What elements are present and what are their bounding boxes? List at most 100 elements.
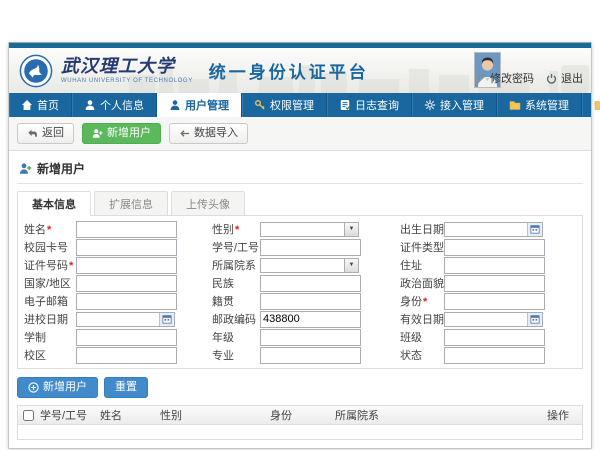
campus-label: 校区 [20, 347, 76, 363]
field-email: 电子邮箱 [20, 293, 208, 310]
field-campus: 校区 [20, 347, 208, 364]
native-place-input[interactable] [260, 293, 361, 310]
nav-tab-home[interactable]: 首页 [9, 93, 72, 117]
field-entry-date: 进校日期 [20, 311, 208, 327]
content-area: 新增用户 基本信息 扩展信息 上传头像 姓名* 性别* ▼ 出生日期 [9, 151, 591, 448]
id-type-label: 证件类型* [396, 239, 444, 255]
change-password-label: 修改密码 [490, 70, 534, 86]
address-label: 住址 [396, 257, 444, 273]
import-icon [179, 128, 190, 139]
key-icon [254, 99, 266, 111]
add-user-submit-button[interactable]: 新增用户 [17, 377, 98, 398]
add-user-toolbar-button[interactable]: 新增用户 [82, 123, 161, 144]
field-identity: 身份* [396, 293, 584, 310]
change-password-link[interactable]: 修改密码 [475, 70, 534, 86]
valid-date-label: 有效日期 [396, 311, 444, 327]
nav-tab-access-management[interactable]: 接入管理 [412, 93, 497, 117]
nav-tab-label: 个人信息 [100, 97, 144, 113]
tab-upload-avatar[interactable]: 上传头像 [171, 191, 245, 215]
add-user-submit-label: 新增用户 [43, 381, 87, 394]
nav-tab-system-management[interactable]: 系统管理 [497, 93, 582, 117]
nav-tab-label: 用户管理 [185, 97, 229, 113]
identity-label: 身份* [396, 293, 444, 309]
email-input[interactable] [76, 293, 177, 310]
chevron-down-icon: ▼ [344, 223, 358, 236]
data-import-label: 数据导入 [194, 127, 238, 140]
folder-icon [509, 99, 521, 111]
department-select[interactable]: ▼ [260, 258, 359, 273]
field-major: 专业 [208, 347, 396, 364]
tab-extended-info[interactable]: 扩展信息 [94, 191, 168, 215]
political-status-input[interactable] [444, 275, 545, 292]
logout-link[interactable]: 退出 [546, 70, 583, 86]
study-length-input[interactable] [76, 329, 177, 346]
calendar-icon[interactable] [527, 313, 542, 326]
grade-input[interactable] [260, 329, 361, 346]
identity-input[interactable] [444, 293, 545, 310]
back-icon [27, 128, 38, 139]
tab-basic-info[interactable]: 基本信息 [17, 191, 91, 216]
campus-input[interactable] [76, 347, 177, 364]
required-asterisk: * [235, 224, 239, 236]
nav-tab-label: 权限管理 [270, 97, 314, 113]
university-name-block: 武汉理工大学 WUHAN UNIVERSITY OF TECHNOLOGY [61, 58, 193, 84]
back-button[interactable]: 返回 [17, 123, 74, 144]
id-type-input[interactable] [444, 239, 545, 256]
entry-date-input[interactable] [76, 312, 175, 327]
section-title-bar: 新增用户 [17, 156, 583, 184]
form-row: 学制 年级 班级 [20, 328, 582, 346]
campus-card-input[interactable] [76, 239, 177, 256]
tab-label: 扩展信息 [109, 199, 153, 211]
postal-code-label: 邮政编码 [208, 311, 260, 327]
plus-circle-icon [28, 382, 39, 393]
header-actions: 修改密码 退出 [475, 70, 583, 86]
id-number-input[interactable] [76, 257, 177, 274]
form-row: 国家/地区 民族 政治面貌 [20, 274, 582, 292]
major-input[interactable] [260, 347, 361, 364]
university-logo [19, 54, 53, 88]
calendar-icon[interactable] [159, 313, 174, 326]
nav-tab-user-management[interactable]: 用户管理 [157, 93, 242, 117]
id-number-label: 证件号码* [20, 257, 76, 273]
name-label: 姓名* [20, 221, 76, 237]
status-input[interactable] [444, 347, 545, 364]
student-id-input[interactable] [260, 239, 361, 256]
field-country: 国家/地区 [20, 275, 208, 292]
reset-button[interactable]: 重置 [104, 377, 148, 398]
nav-tab-log-query[interactable]: 日志查询 [327, 93, 412, 117]
address-input[interactable] [444, 257, 545, 274]
valid-date-input[interactable] [444, 312, 543, 327]
back-label: 返回 [42, 127, 64, 140]
nav-tab-personal-info[interactable]: 个人信息 [72, 93, 157, 117]
major-label: 专业 [208, 347, 260, 363]
form-row: 证件号码* 所属院系 ▼ 住址 [20, 256, 582, 274]
field-class: 班级 [396, 329, 584, 346]
birth-date-input[interactable] [444, 222, 543, 237]
country-input[interactable] [76, 275, 177, 292]
add-user-toolbar-label: 新增用户 [107, 127, 151, 140]
native-place-label: 籍贯 [208, 293, 260, 309]
entry-date-label: 进校日期 [20, 311, 76, 327]
class-input[interactable] [444, 329, 545, 346]
form-tabs: 基本信息 扩展信息 上传头像 [17, 191, 583, 215]
name-input[interactable] [76, 221, 177, 238]
birth-date-label: 出生日期 [396, 221, 444, 237]
select-all-checkbox[interactable] [23, 410, 34, 421]
calendar-icon[interactable] [527, 223, 542, 236]
nav-tab-subscription-management[interactable]: 订阅管理 [582, 93, 600, 117]
field-id-type: 证件类型* [396, 239, 584, 256]
field-name: 姓名* [20, 221, 208, 238]
university-name: 武汉理工大学 [61, 58, 193, 76]
field-campus-card: 校园卡号 [20, 239, 208, 256]
nav-tab-permission-management[interactable]: 权限管理 [242, 93, 327, 117]
postal-code-input[interactable] [260, 311, 361, 328]
nav-tab-label: 日志查询 [355, 97, 399, 113]
gender-select[interactable]: ▼ [260, 222, 359, 237]
department-label: 所属院系 [208, 257, 260, 273]
ethnicity-input[interactable] [260, 275, 361, 292]
field-status: 状态 [396, 347, 584, 364]
data-import-button[interactable]: 数据导入 [169, 123, 248, 144]
app-header: 武汉理工大学 WUHAN UNIVERSITY OF TECHNOLOGY 统一… [9, 48, 591, 93]
table-empty-row [18, 425, 582, 439]
home-icon [21, 99, 33, 111]
